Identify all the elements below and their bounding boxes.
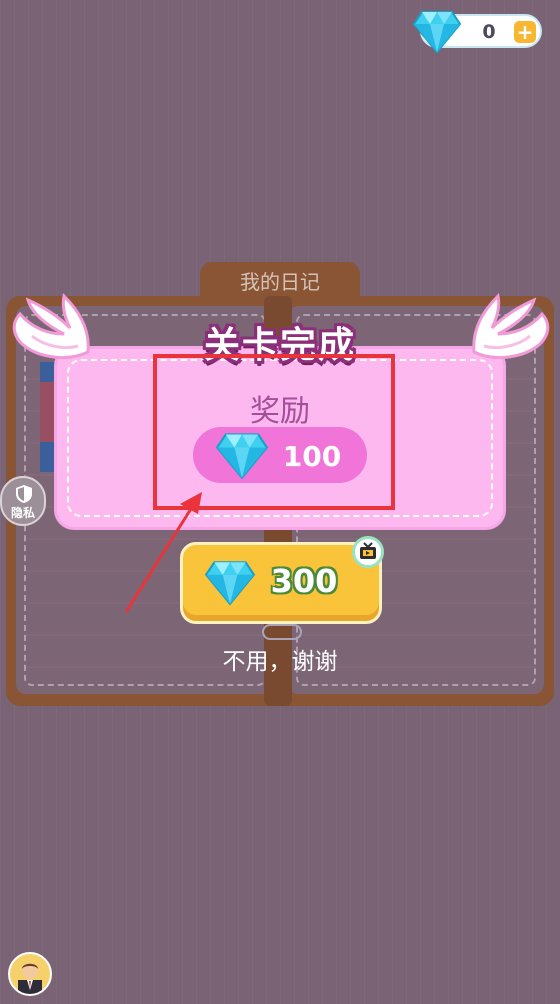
tv-badge xyxy=(352,536,384,568)
diamond-icon xyxy=(412,11,462,54)
privacy-button[interactable]: 隐私 xyxy=(0,476,46,526)
ad-reward-amount: 300 xyxy=(270,562,338,600)
wing-right-icon xyxy=(472,292,550,359)
diary-ring xyxy=(262,624,302,640)
avatar[interactable] xyxy=(8,952,52,996)
highlight-box xyxy=(153,354,395,510)
diamond-icon xyxy=(204,561,256,606)
shield-icon xyxy=(16,485,32,503)
add-gems-button[interactable]: + xyxy=(514,21,536,43)
diary-title: 我的日记 xyxy=(240,270,320,294)
privacy-label: 隐私 xyxy=(10,506,35,520)
gem-count: 0 xyxy=(482,21,496,43)
wing-left-icon xyxy=(12,292,90,359)
decline-button[interactable]: 不用，谢谢 xyxy=(190,642,370,676)
user-avatar-icon xyxy=(18,963,42,994)
tv-icon xyxy=(360,542,376,559)
